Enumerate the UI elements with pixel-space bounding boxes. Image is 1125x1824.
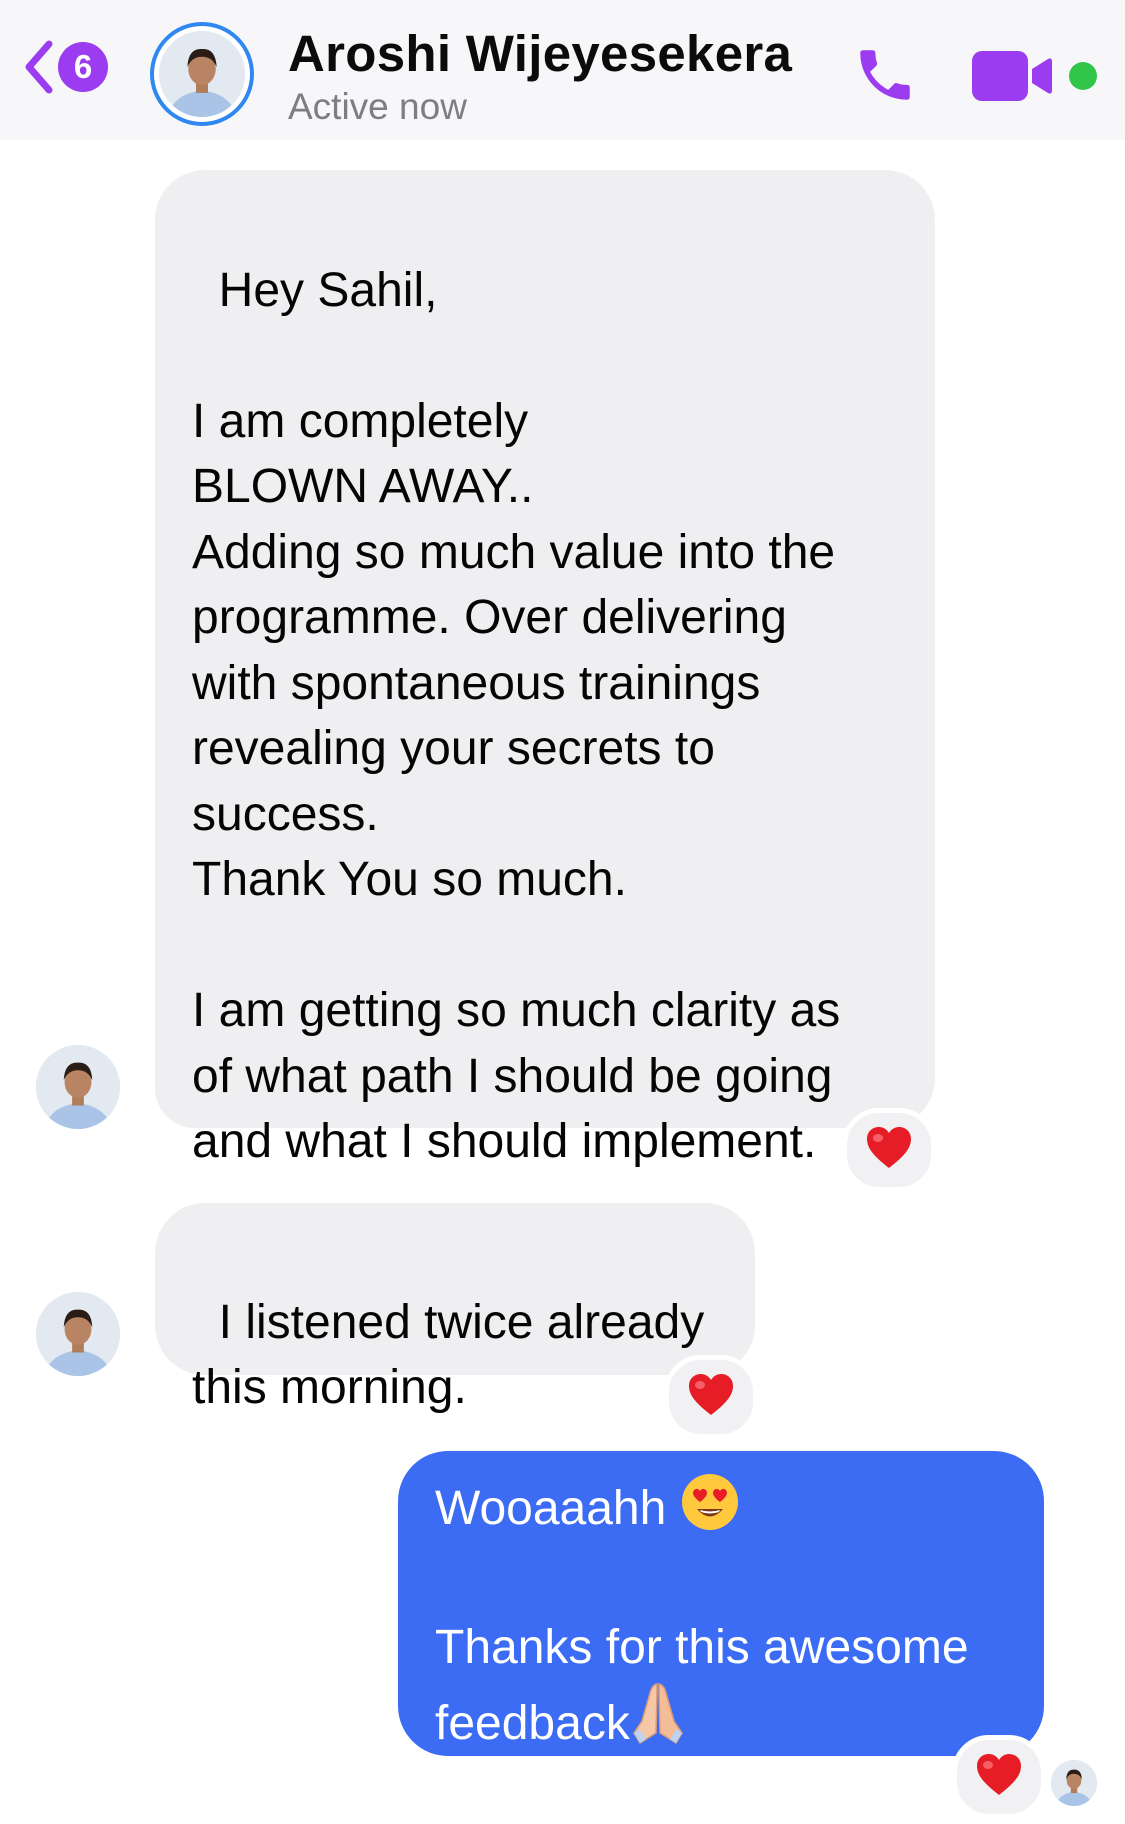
phone-icon	[852, 50, 918, 112]
incoming-message[interactable]: I listened twice already this morning.	[155, 1203, 755, 1414]
heart-reaction[interactable]	[842, 1108, 936, 1192]
chat-header: 6 Aroshi Wijeyesekera Active now	[0, 0, 1125, 140]
message-line: Wooaaahh	[435, 1482, 667, 1535]
contact-avatar[interactable]	[150, 22, 254, 126]
heart-eyes-emoji-icon	[680, 1472, 740, 1550]
video-call-button[interactable]	[972, 48, 1060, 109]
video-camera-icon	[972, 51, 1060, 108]
sender-avatar[interactable]	[36, 1292, 120, 1376]
incoming-message[interactable]: Hey Sahil, I am completely BLOWN AWAY.. …	[155, 170, 935, 1168]
online-dot-icon	[1069, 62, 1097, 90]
folded-hands-emoji-icon	[630, 1681, 686, 1765]
contact-status: Active now	[288, 86, 467, 127]
seen-receipt-avatar	[1051, 1760, 1097, 1806]
chevron-left-icon	[24, 40, 54, 94]
outgoing-message[interactable]: Wooaaahh Thanks for this awesome feedbac…	[398, 1451, 1044, 1756]
unread-count-badge: 6	[58, 42, 108, 92]
contact-name: Aroshi Wijeyesekera	[288, 25, 793, 82]
avatar-photo	[159, 31, 245, 117]
back-button[interactable]: 6	[24, 40, 108, 94]
sender-avatar[interactable]	[36, 1045, 120, 1129]
red-heart-icon	[865, 1126, 913, 1175]
red-heart-icon	[975, 1753, 1023, 1802]
message-text: I listened twice already this morning.	[192, 1295, 705, 1415]
message-text: Thanks for this awesome feedback	[435, 1621, 969, 1750]
heart-reaction[interactable]	[952, 1735, 1046, 1819]
message-text: Hey Sahil, I am completely BLOWN AWAY.. …	[192, 263, 841, 1169]
heart-reaction[interactable]	[664, 1355, 758, 1439]
call-button[interactable]	[852, 42, 918, 113]
red-heart-icon	[687, 1373, 735, 1422]
